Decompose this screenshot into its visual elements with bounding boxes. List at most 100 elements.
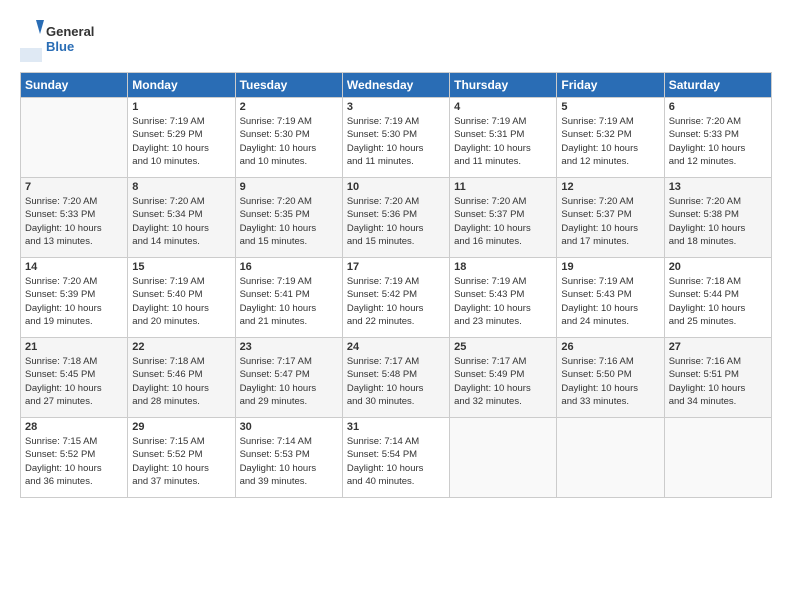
calendar-cell: 10 Sunrise: 7:20 AM Sunset: 5:36 PM Dayli… bbox=[342, 178, 449, 258]
week-row-1: 1Sunrise: 7:19 AM Sunset: 5:29 PM Daylig… bbox=[21, 98, 772, 178]
day-info: Sunrise: 7:17 AM Sunset: 5:49 PM Dayligh… bbox=[454, 355, 552, 408]
calendar-cell: 22 Sunrise: 7:18 AM Sunset: 5:46 PM Dayli… bbox=[128, 338, 235, 418]
day-number: 6 bbox=[669, 101, 767, 113]
calendar-cell: 3Sunrise: 7:19 AM Sunset: 5:30 PM Daylig… bbox=[342, 98, 449, 178]
calendar-cell: 19 Sunrise: 7:19 AM Sunset: 5:43 PM Dayli… bbox=[557, 258, 664, 338]
day-number: 22 bbox=[132, 341, 230, 353]
day-info: Sunrise: 7:19 AM Sunset: 5:32 PM Dayligh… bbox=[561, 115, 659, 168]
day-number: 31 bbox=[347, 421, 445, 433]
calendar-cell bbox=[21, 98, 128, 178]
day-number: 18 bbox=[454, 261, 552, 273]
calendar-cell: 18 Sunrise: 7:19 AM Sunset: 5:43 PM Dayli… bbox=[450, 258, 557, 338]
calendar-cell: 13 Sunrise: 7:20 AM Sunset: 5:38 PM Dayli… bbox=[664, 178, 771, 258]
calendar-cell: 16 Sunrise: 7:19 AM Sunset: 5:41 PM Dayli… bbox=[235, 258, 342, 338]
day-number: 26 bbox=[561, 341, 659, 353]
day-info: Sunrise: 7:15 AM Sunset: 5:52 PM Dayligh… bbox=[25, 435, 123, 488]
calendar-cell: 25 Sunrise: 7:17 AM Sunset: 5:49 PM Dayli… bbox=[450, 338, 557, 418]
day-info: Sunrise: 7:20 AM Sunset: 5:33 PM Dayligh… bbox=[669, 115, 767, 168]
day-number: 2 bbox=[240, 101, 338, 113]
day-info: Sunrise: 7:19 AM Sunset: 5:41 PM Dayligh… bbox=[240, 275, 338, 328]
weekday-header-thursday: Thursday bbox=[450, 73, 557, 98]
day-number: 7 bbox=[25, 181, 123, 193]
week-row-5: 28 Sunrise: 7:15 AM Sunset: 5:52 PM Dayli… bbox=[21, 418, 772, 498]
day-info: Sunrise: 7:16 AM Sunset: 5:51 PM Dayligh… bbox=[669, 355, 767, 408]
day-number: 4 bbox=[454, 101, 552, 113]
calendar-cell: 1Sunrise: 7:19 AM Sunset: 5:29 PM Daylig… bbox=[128, 98, 235, 178]
calendar-cell: 26 Sunrise: 7:16 AM Sunset: 5:50 PM Dayli… bbox=[557, 338, 664, 418]
day-info: Sunrise: 7:14 AM Sunset: 5:53 PM Dayligh… bbox=[240, 435, 338, 488]
calendar-cell: 5Sunrise: 7:19 AM Sunset: 5:32 PM Daylig… bbox=[557, 98, 664, 178]
day-info: Sunrise: 7:20 AM Sunset: 5:33 PM Dayligh… bbox=[25, 195, 123, 248]
day-info: Sunrise: 7:15 AM Sunset: 5:52 PM Dayligh… bbox=[132, 435, 230, 488]
day-info: Sunrise: 7:18 AM Sunset: 5:45 PM Dayligh… bbox=[25, 355, 123, 408]
calendar-cell: 30 Sunrise: 7:14 AM Sunset: 5:53 PM Dayli… bbox=[235, 418, 342, 498]
day-number: 15 bbox=[132, 261, 230, 273]
week-row-4: 21Sunrise: 7:18 AM Sunset: 5:45 PM Dayli… bbox=[21, 338, 772, 418]
day-number: 10 bbox=[347, 181, 445, 193]
day-number: 19 bbox=[561, 261, 659, 273]
calendar-cell: 9Sunrise: 7:20 AM Sunset: 5:35 PM Daylig… bbox=[235, 178, 342, 258]
calendar-cell: 15 Sunrise: 7:19 AM Sunset: 5:40 PM Dayli… bbox=[128, 258, 235, 338]
calendar-cell: 29 Sunrise: 7:15 AM Sunset: 5:52 PM Dayli… bbox=[128, 418, 235, 498]
week-row-3: 14 Sunrise: 7:20 AM Sunset: 5:39 PM Dayli… bbox=[21, 258, 772, 338]
day-info: Sunrise: 7:16 AM Sunset: 5:50 PM Dayligh… bbox=[561, 355, 659, 408]
weekday-header-saturday: Saturday bbox=[664, 73, 771, 98]
day-info: Sunrise: 7:19 AM Sunset: 5:42 PM Dayligh… bbox=[347, 275, 445, 328]
weekday-header-monday: Monday bbox=[128, 73, 235, 98]
calendar-cell: 23 Sunrise: 7:17 AM Sunset: 5:47 PM Dayli… bbox=[235, 338, 342, 418]
calendar-cell bbox=[557, 418, 664, 498]
weekday-header-sunday: Sunday bbox=[21, 73, 128, 98]
day-number: 13 bbox=[669, 181, 767, 193]
calendar-cell: 31 Sunrise: 7:14 AM Sunset: 5:54 PM Dayli… bbox=[342, 418, 449, 498]
calendar-cell: 28 Sunrise: 7:15 AM Sunset: 5:52 PM Dayli… bbox=[21, 418, 128, 498]
day-info: Sunrise: 7:20 AM Sunset: 5:37 PM Dayligh… bbox=[454, 195, 552, 248]
day-info: Sunrise: 7:17 AM Sunset: 5:48 PM Dayligh… bbox=[347, 355, 445, 408]
calendar-table: SundayMondayTuesdayWednesdayThursdayFrid… bbox=[20, 72, 772, 498]
day-info: Sunrise: 7:19 AM Sunset: 5:31 PM Dayligh… bbox=[454, 115, 552, 168]
calendar-cell: 24 Sunrise: 7:17 AM Sunset: 5:48 PM Dayli… bbox=[342, 338, 449, 418]
calendar-cell: 21Sunrise: 7:18 AM Sunset: 5:45 PM Dayli… bbox=[21, 338, 128, 418]
logo: General Blue bbox=[20, 18, 100, 62]
svg-text:General: General bbox=[46, 24, 94, 39]
weekday-header-wednesday: Wednesday bbox=[342, 73, 449, 98]
calendar-cell: 4 Sunrise: 7:19 AM Sunset: 5:31 PM Daylig… bbox=[450, 98, 557, 178]
day-number: 23 bbox=[240, 341, 338, 353]
day-info: Sunrise: 7:18 AM Sunset: 5:46 PM Dayligh… bbox=[132, 355, 230, 408]
calendar-cell: 12 Sunrise: 7:20 AM Sunset: 5:37 PM Dayli… bbox=[557, 178, 664, 258]
day-number: 27 bbox=[669, 341, 767, 353]
day-number: 29 bbox=[132, 421, 230, 433]
day-info: Sunrise: 7:19 AM Sunset: 5:40 PM Dayligh… bbox=[132, 275, 230, 328]
day-number: 24 bbox=[347, 341, 445, 353]
day-number: 30 bbox=[240, 421, 338, 433]
day-number: 28 bbox=[25, 421, 123, 433]
page: General Blue SundayMondayTuesdayWednesda… bbox=[0, 0, 792, 508]
day-number: 3 bbox=[347, 101, 445, 113]
calendar-cell: 14 Sunrise: 7:20 AM Sunset: 5:39 PM Dayli… bbox=[21, 258, 128, 338]
day-number: 12 bbox=[561, 181, 659, 193]
calendar-cell: 6 Sunrise: 7:20 AM Sunset: 5:33 PM Daylig… bbox=[664, 98, 771, 178]
week-row-2: 7 Sunrise: 7:20 AM Sunset: 5:33 PM Daylig… bbox=[21, 178, 772, 258]
header: General Blue bbox=[20, 18, 772, 62]
day-info: Sunrise: 7:19 AM Sunset: 5:43 PM Dayligh… bbox=[561, 275, 659, 328]
day-info: Sunrise: 7:20 AM Sunset: 5:35 PM Dayligh… bbox=[240, 195, 338, 248]
calendar-cell bbox=[664, 418, 771, 498]
day-info: Sunrise: 7:20 AM Sunset: 5:39 PM Dayligh… bbox=[25, 275, 123, 328]
logo-svg: General Blue bbox=[20, 18, 100, 62]
calendar-cell: 7 Sunrise: 7:20 AM Sunset: 5:33 PM Daylig… bbox=[21, 178, 128, 258]
day-number: 14 bbox=[25, 261, 123, 273]
calendar-cell: 20 Sunrise: 7:18 AM Sunset: 5:44 PM Dayli… bbox=[664, 258, 771, 338]
day-info: Sunrise: 7:14 AM Sunset: 5:54 PM Dayligh… bbox=[347, 435, 445, 488]
calendar-cell bbox=[450, 418, 557, 498]
day-info: Sunrise: 7:17 AM Sunset: 5:47 PM Dayligh… bbox=[240, 355, 338, 408]
day-info: Sunrise: 7:20 AM Sunset: 5:37 PM Dayligh… bbox=[561, 195, 659, 248]
day-info: Sunrise: 7:19 AM Sunset: 5:29 PM Dayligh… bbox=[132, 115, 230, 168]
day-info: Sunrise: 7:20 AM Sunset: 5:36 PM Dayligh… bbox=[347, 195, 445, 248]
day-number: 16 bbox=[240, 261, 338, 273]
day-info: Sunrise: 7:18 AM Sunset: 5:44 PM Dayligh… bbox=[669, 275, 767, 328]
day-info: Sunrise: 7:20 AM Sunset: 5:38 PM Dayligh… bbox=[669, 195, 767, 248]
day-info: Sunrise: 7:19 AM Sunset: 5:43 PM Dayligh… bbox=[454, 275, 552, 328]
day-number: 25 bbox=[454, 341, 552, 353]
day-number: 20 bbox=[669, 261, 767, 273]
svg-text:Blue: Blue bbox=[46, 39, 74, 54]
day-number: 8 bbox=[132, 181, 230, 193]
